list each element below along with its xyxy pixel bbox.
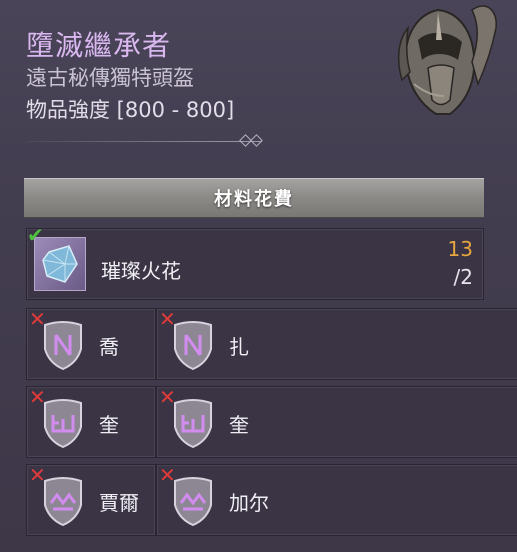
rune-row[interactable]: ✕ 加尔: [156, 464, 517, 536]
material-required-count: /2: [453, 265, 473, 289]
material-row[interactable]: ✔ 璀璨火花 13 /2: [26, 223, 484, 300]
divider-diamond: [250, 134, 263, 147]
rune-label: 加尔: [229, 491, 269, 515]
rune-row[interactable]: ✕ 奎: [26, 386, 156, 458]
rune-row[interactable]: ✕ 賈爾: [26, 464, 156, 536]
rune-label: 奎: [99, 413, 119, 437]
item-title: 墮滅繼承者: [26, 29, 172, 62]
rune-row[interactable]: ✕ 扎: [156, 308, 517, 380]
item-power: 物品強度 [800 - 800]: [26, 98, 235, 122]
rune-icon: [44, 321, 82, 371]
rune-row[interactable]: ✕ 奎: [156, 386, 517, 458]
rune-label: 扎: [229, 335, 249, 359]
rune-icon: [174, 399, 212, 449]
rune-label: 奎: [229, 413, 249, 437]
material-cost-header: 材料花費: [24, 178, 484, 218]
material-name: 璀璨火花: [101, 259, 181, 283]
item-type: 遠古秘傳獨特頭盔: [26, 66, 194, 90]
rune-icon: [44, 477, 82, 527]
material-owned-count: 13: [447, 237, 473, 261]
rune-label: 喬: [99, 335, 119, 359]
rune-icon: [174, 321, 212, 371]
rune-icon: [44, 399, 82, 449]
divider: [26, 141, 262, 142]
rune-icon: [174, 477, 212, 527]
helmet-icon: [397, 5, 497, 115]
rune-label: 賈爾: [99, 491, 139, 515]
check-icon: ✔: [27, 223, 44, 247]
rune-row[interactable]: ✕ 喬: [26, 308, 156, 380]
